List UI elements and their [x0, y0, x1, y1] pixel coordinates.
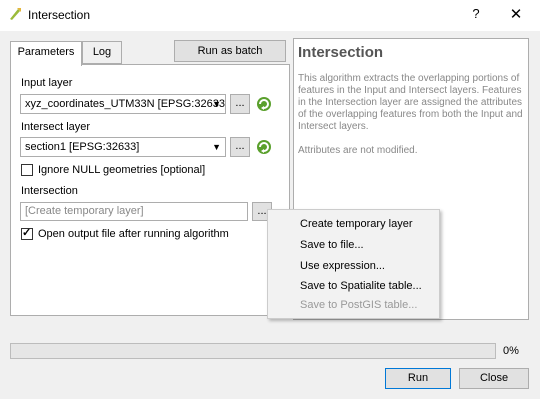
chevron-down-icon: ▼ — [212, 142, 221, 152]
ignore-null-checkbox[interactable] — [21, 164, 33, 176]
iterate-icon[interactable] — [254, 137, 274, 157]
chevron-down-icon: ▼ — [212, 99, 221, 109]
menu-item-use-expression[interactable]: Use expression... — [300, 260, 385, 272]
progress-bar — [10, 343, 496, 359]
menu-item-save-to-spatialite[interactable]: Save to Spatialite table... — [300, 280, 422, 292]
help-title: Intersection — [298, 44, 384, 61]
menu-item-save-to-file[interactable]: Save to file... — [300, 239, 364, 251]
open-output-checkbox[interactable] — [21, 226, 33, 240]
intersect-layer-label: Intersect layer — [21, 121, 91, 133]
input-layer-label: Input layer — [21, 77, 73, 89]
input-layer-combo[interactable]: xyz_coordinates_UTM33N [EPSG:32633] ▼ — [20, 94, 226, 114]
help-note: Attributes are not modified. — [298, 145, 418, 156]
close-window-button[interactable]: ✕ — [508, 5, 524, 23]
menu-item-create-temporary-layer[interactable]: Create temporary layer — [300, 218, 413, 230]
progress-percent: 0% — [503, 345, 519, 357]
run-button[interactable]: Run — [385, 368, 451, 389]
tab-log[interactable]: Log — [82, 41, 122, 64]
ignore-null-label: Ignore NULL geometries [optional] — [38, 164, 206, 176]
tab-parameters[interactable]: Parameters — [10, 41, 82, 66]
help-button[interactable]: ? — [468, 6, 484, 21]
intersect-layer-value: section1 [EPSG:32633] — [25, 141, 140, 153]
intersection-label: Intersection — [21, 185, 78, 197]
input-layer-browse-button[interactable]: ... — [230, 94, 250, 114]
iterate-icon[interactable] — [254, 94, 274, 114]
menu-item-save-to-postgis: Save to PostGIS table... — [300, 299, 418, 311]
run-batch-button[interactable]: Run as batch process... — [174, 40, 286, 77]
help-description: This algorithm extracts the overlapping … — [298, 73, 523, 132]
intersection-output-field[interactable]: [Create temporary layer] — [20, 202, 248, 221]
qgis-app-icon — [10, 8, 21, 20]
open-output-label: Open output file after running algorithm — [38, 228, 229, 240]
intersect-layer-browse-button[interactable]: ... — [230, 137, 250, 157]
input-layer-value: xyz_coordinates_UTM33N [EPSG:32633] — [25, 98, 226, 110]
close-button[interactable]: Close — [459, 368, 529, 389]
intersect-layer-combo[interactable]: section1 [EPSG:32633] ▼ — [20, 137, 226, 157]
window-title: Intersection — [28, 8, 91, 22]
output-options-menu: Create temporary layer Save to file... U… — [267, 209, 440, 319]
title-bar: Intersection ? ✕ — [0, 0, 540, 31]
